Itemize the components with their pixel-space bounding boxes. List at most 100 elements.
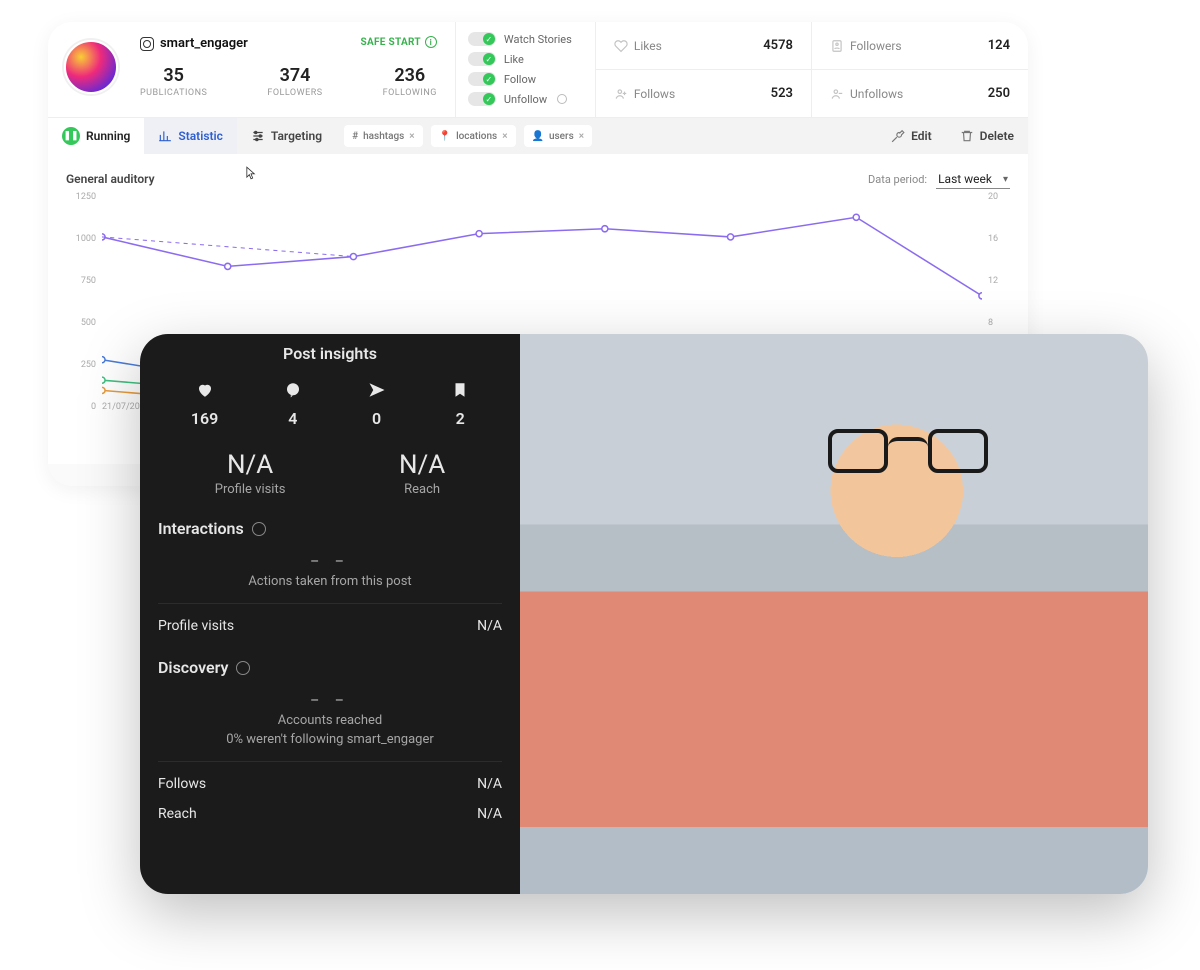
user-plus-icon (614, 87, 628, 101)
tick: 1000 (70, 234, 96, 244)
tab-label: Delete (980, 129, 1014, 143)
tick: 12 (988, 276, 1006, 286)
wrench-icon (891, 129, 905, 143)
safe-start-badge: SAFE START i (361, 36, 437, 48)
bookmark-icon (451, 381, 469, 399)
chip-label: hashtags (363, 131, 404, 142)
stat-shares: 0 (368, 381, 386, 428)
big-reach: N/A Reach (399, 450, 445, 497)
big-profile-visits: N/A Profile visits (215, 450, 286, 497)
row-value: N/A (477, 618, 502, 634)
section-interactions: Interactions (158, 519, 502, 538)
discovery-subtitle-2: 0% weren't following smart_engager (158, 732, 502, 747)
info-icon[interactable]: i (425, 36, 437, 48)
delete-button[interactable]: Delete (946, 129, 1028, 143)
stat-value: 250 (988, 86, 1010, 101)
stat-followers: Followers 124 (812, 22, 1028, 70)
stat-label: Likes (634, 39, 662, 53)
send-icon (368, 381, 386, 399)
edit-button[interactable]: Edit (877, 129, 946, 143)
row-value: N/A (477, 806, 502, 822)
chip-hashtags[interactable]: #hashtags× (344, 125, 423, 147)
discovery-subtitle-1: Accounts reached (158, 713, 502, 728)
tab-running[interactable]: ❚❚ Running (48, 118, 144, 154)
period-label: Data period: (868, 173, 927, 186)
stat-value: 4 (284, 409, 302, 428)
metric-publications: 35 PUBLICATIONS (140, 65, 207, 98)
toggle-label: Unfollow (504, 93, 547, 106)
user-icon (830, 39, 844, 53)
info-icon[interactable] (236, 661, 250, 675)
stat-unfollows: Unfollows 250 (812, 70, 1028, 117)
tick: 250 (70, 360, 96, 370)
toggle-label: Follow (504, 73, 536, 86)
summary-stats: Likes 4578 Followers 124 Follows 523 Unf… (595, 22, 1028, 117)
close-icon[interactable]: × (502, 131, 507, 142)
stat-value: 2 (451, 409, 469, 428)
toggle-unfollow[interactable]: Unfollow (468, 92, 583, 106)
metric-value: 35 (140, 65, 207, 86)
period-select[interactable]: Last week (936, 170, 1010, 189)
switch-icon[interactable] (468, 72, 496, 86)
metric-value: 374 (267, 65, 322, 86)
close-icon[interactable]: × (409, 131, 414, 142)
stat-likes: Likes 4578 (596, 22, 812, 70)
toggle-like[interactable]: Like (468, 52, 583, 66)
tick: 750 (70, 276, 96, 286)
metric-label: PUBLICATIONS (140, 88, 207, 98)
switch-icon[interactable] (468, 52, 496, 66)
stat-value: 0 (368, 409, 386, 428)
close-icon[interactable]: × (579, 131, 584, 142)
buttonab-label: Edit (911, 129, 932, 143)
insights-mini-stats: 169 4 0 2 (158, 381, 502, 428)
chip-label: locations (456, 131, 497, 142)
chart-icon (158, 129, 172, 143)
dashes: – – (158, 693, 502, 709)
switch-icon[interactable] (468, 92, 496, 106)
video-card: Post insights 169 4 0 2 N/A Profile (140, 334, 1148, 894)
tab-label: Statistic (178, 129, 223, 143)
metric-value: 236 (383, 65, 437, 86)
toggle-watch-stories[interactable]: Watch Stories (468, 32, 583, 46)
info-icon[interactable] (252, 522, 266, 536)
chip-label: users (549, 131, 574, 142)
stat-value: 523 (771, 86, 793, 101)
sliders-icon (251, 129, 265, 143)
avatar[interactable] (64, 40, 118, 94)
section-label: Discovery (158, 658, 228, 677)
user-minus-icon (830, 87, 844, 101)
switch-icon[interactable] (468, 32, 496, 46)
tab-statistic[interactable]: Statistic (144, 118, 237, 154)
tick: 1250 (70, 192, 96, 202)
insights-title: Post insights (158, 344, 502, 363)
pin-icon: 📍 (439, 131, 451, 142)
stat-likes: 169 (191, 381, 218, 428)
username[interactable]: smart_engager (160, 36, 248, 51)
metric-label: FOLLOWING (383, 88, 437, 98)
tick: 16 (988, 234, 1006, 244)
tab-label: Targeting (271, 129, 322, 143)
chip-users[interactable]: 👤users× (524, 125, 593, 147)
pause-icon: ❚❚ (62, 127, 80, 145)
chip-locations[interactable]: 📍 locations × (431, 125, 516, 147)
row-label: Reach (158, 806, 197, 822)
tabs-bar: ❚❚ Running Statistic Targeting #hashtags… (48, 118, 1028, 154)
tab-targeting[interactable]: Targeting (237, 118, 336, 154)
stat-comments: 4 (284, 381, 302, 428)
stat-value: 124 (988, 38, 1010, 53)
big-value: N/A (399, 450, 445, 480)
row-label: Profile visits (158, 618, 234, 634)
big-label: Reach (399, 482, 445, 497)
dashes: – – (158, 554, 502, 570)
toggle-follow[interactable]: Follow (468, 72, 583, 86)
profile-block: smart_engager SAFE START i 35 PUBLICATIO… (48, 22, 455, 117)
insights-big-stats: N/A Profile visits N/A Reach (158, 450, 502, 497)
section-label: Interactions (158, 519, 244, 538)
tick: 8 (988, 318, 1006, 328)
big-value: N/A (215, 450, 286, 480)
video-frame[interactable] (520, 334, 1148, 894)
cursor-icon (246, 166, 256, 180)
y-axis-left: 1250 1000 750 500 250 0 (70, 192, 96, 412)
tick: 20 (988, 192, 1006, 202)
info-icon[interactable] (557, 94, 567, 104)
